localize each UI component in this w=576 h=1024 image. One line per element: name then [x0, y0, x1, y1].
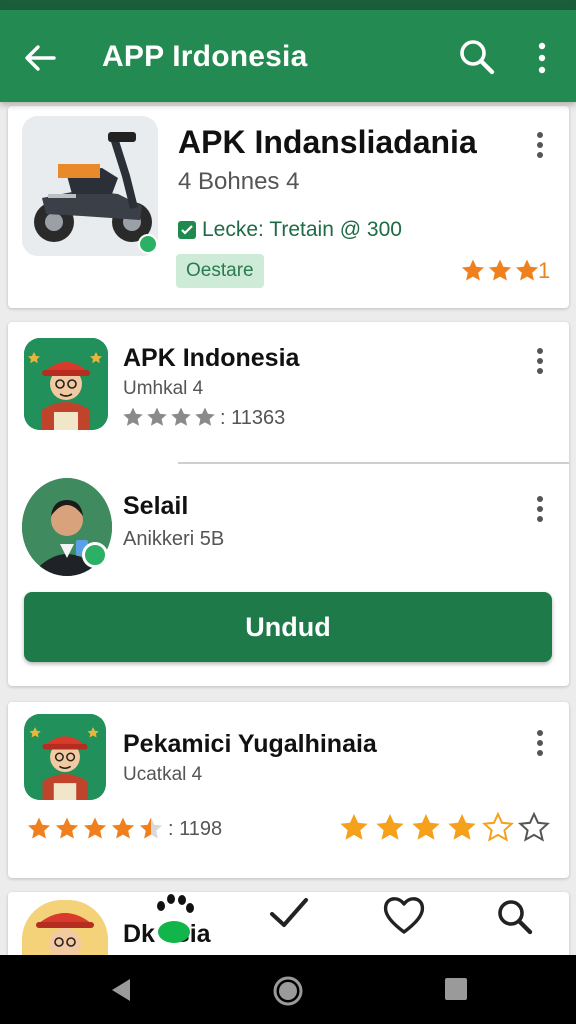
list-item-2-subtitle: Anikkeri 5B: [123, 528, 225, 550]
list-item-1-rating: : 11363: [122, 406, 285, 430]
more-vert-icon[interactable]: [530, 38, 554, 78]
checkbox-checked-icon[interactable]: [178, 221, 196, 239]
card3-rating-left: : 1198: [26, 816, 222, 842]
scooter-thumbnail: [22, 116, 158, 256]
paw-icon[interactable]: [152, 892, 196, 949]
list-item-2-title: Selail: [123, 492, 189, 520]
verified-badge-icon: [138, 234, 158, 254]
app-icon-pekamici[interactable]: [24, 714, 106, 800]
featured-rating: 1: [460, 258, 550, 284]
list-item-1-rating-text: : 11363: [220, 406, 286, 429]
featured-title: APK Indansliadania: [178, 124, 477, 160]
featured-check-label: Lecke: Tretain @ 300: [202, 218, 402, 241]
back-arrow-icon[interactable]: [20, 38, 60, 78]
featured-subtitle: 4 Bohnes 4: [178, 168, 300, 195]
list-item-1-title: APK Indonesia: [123, 344, 300, 372]
list-item-2-more-icon[interactable]: [530, 492, 550, 526]
featured-more-icon[interactable]: [530, 128, 550, 162]
list-item-1-more-icon[interactable]: [530, 344, 550, 378]
featured-tag: Oestare: [176, 254, 264, 288]
card3-title: Pekamici Yugalhinaia: [123, 730, 377, 758]
nav-back-icon[interactable]: [108, 977, 134, 1008]
featured-check-row[interactable]: Lecke: Tretain @ 300: [178, 218, 402, 242]
app-card-pekamici[interactable]: Pekamici Yugalhinaia Ucatkal 4 : 1198: [8, 702, 569, 878]
featured-rating-suffix: 1: [538, 258, 551, 283]
status-bar: [0, 0, 576, 10]
featured-app-card[interactable]: APK Indansliadania 4 Bohnes 4 Lecke: Tre…: [8, 106, 569, 308]
check-icon[interactable]: [268, 896, 310, 935]
system-nav-bar: [0, 955, 576, 1024]
app-title: APP Irdonesia: [102, 40, 308, 73]
list-divider: [178, 462, 569, 464]
nav-home-icon[interactable]: [272, 975, 304, 1012]
app-icon-apk-indonesia[interactable]: [24, 338, 108, 430]
app-icon-partial: [22, 900, 108, 962]
heart-icon[interactable]: [382, 894, 426, 941]
search-icon[interactable]: [456, 36, 498, 78]
search-nav-icon[interactable]: [494, 896, 536, 943]
download-button[interactable]: Undud: [24, 592, 552, 662]
card3-subtitle: Ucatkal 4: [123, 764, 203, 785]
list-item-1-subtitle: Umhkal 4: [123, 378, 204, 399]
online-badge-icon: [82, 542, 108, 568]
nav-recents-icon[interactable]: [444, 977, 468, 1006]
app-list-card: APK Indonesia Umhkal 4 : 11363 Selail An…: [8, 322, 569, 686]
card3-more-icon[interactable]: [530, 726, 550, 760]
app-bar: APP Irdonesia: [0, 10, 576, 102]
card3-rating-text: : 1198: [168, 817, 223, 840]
card3-rating-right: [338, 812, 550, 844]
